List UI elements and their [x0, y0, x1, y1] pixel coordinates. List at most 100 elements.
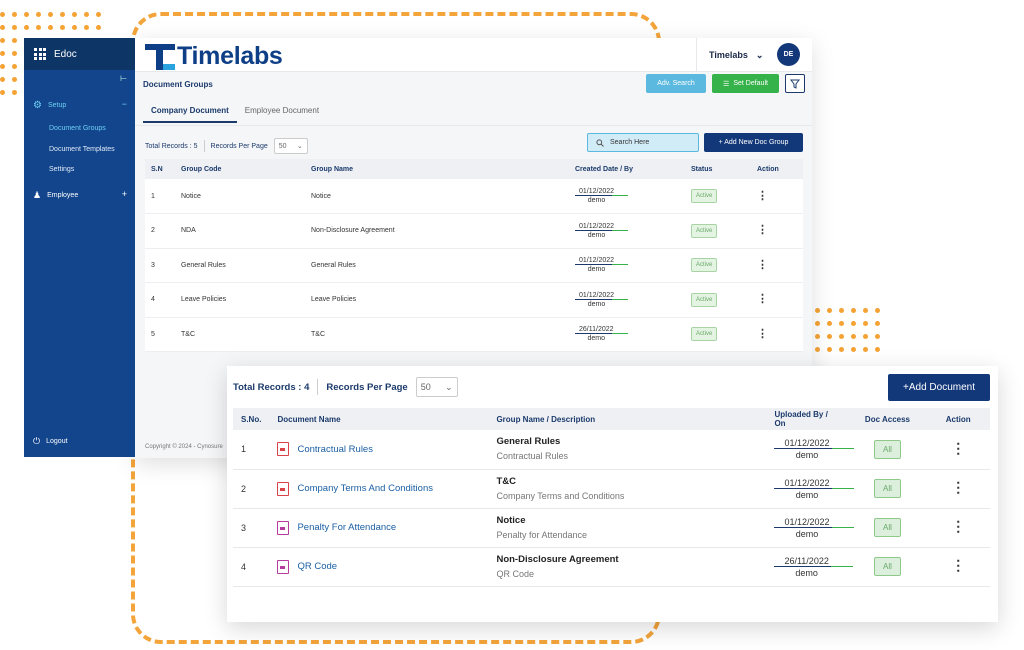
tab-divider	[135, 125, 812, 126]
chevron-down-icon: ⌄	[296, 143, 303, 150]
column-header: S.N	[145, 159, 175, 179]
kebab-menu-icon[interactable]: ⋮	[951, 557, 965, 573]
group-description: Penalty for Attendance	[496, 529, 588, 540]
kebab-menu-icon[interactable]: ⋮	[757, 259, 768, 271]
document-name: Penalty For Attendance	[297, 522, 397, 533]
sidebar-item-document-groups[interactable]: Document Groups	[49, 125, 106, 132]
cell-sn: 4	[145, 282, 175, 318]
logout-label: Logout	[46, 438, 68, 445]
cell-sn: 3	[233, 508, 270, 548]
cell-sn: 2	[233, 469, 270, 509]
pdf-file-icon	[277, 442, 290, 457]
sidebar-item-setup[interactable]: ⚙ Setup	[33, 100, 66, 111]
cell-uploaded: 01/12/2022 demo	[766, 508, 849, 548]
user-avatar[interactable]: DE	[777, 43, 800, 66]
search-input[interactable]: Search Here	[587, 133, 699, 152]
cell-group-code: NDA	[175, 213, 305, 249]
add-doc-group-button[interactable]: + Add New Doc Group	[704, 133, 803, 152]
uploaded-by-on: 26/11/2022 demo	[774, 555, 839, 579]
pin-icon[interactable]: ⊢	[120, 74, 127, 83]
kebab-menu-icon[interactable]: ⋮	[757, 190, 768, 202]
table-row: 3 General Rules General Rules 01/12/2022…	[145, 248, 803, 283]
table-row: 4 Leave Policies Leave Policies 01/12/20…	[145, 282, 803, 318]
created-date-by: 01/12/2022 demo	[575, 291, 619, 309]
image-file-icon	[277, 559, 290, 574]
app-name: Edoc	[54, 48, 77, 60]
copyright-footer: Copyright © 2024 - Cynosure	[145, 444, 223, 450]
apps-grid-icon[interactable]	[34, 48, 46, 60]
document-link[interactable]: Company Terms And Conditions	[277, 481, 480, 496]
sidebar-item-settings[interactable]: Settings	[49, 166, 74, 173]
column-header: Group Name	[305, 159, 569, 179]
set-default-button[interactable]: ☰ Set Default	[712, 74, 779, 93]
kebab-menu-icon[interactable]: ⋮	[951, 479, 965, 495]
status-badge: Active	[691, 223, 718, 238]
kebab-menu-icon[interactable]: ⋮	[757, 293, 768, 305]
cell-sn: 4	[233, 547, 270, 587]
document-link[interactable]: Penalty For Attendance	[277, 520, 480, 535]
page-header: Document Groups	[135, 72, 812, 100]
kebab-menu-icon[interactable]: ⋮	[951, 440, 965, 456]
power-icon: ⏻	[33, 436, 41, 446]
search-placeholder: Search Here	[610, 139, 650, 146]
uploaded-by: demo	[795, 567, 818, 578]
chevron-down-icon: ⌄	[445, 381, 453, 392]
pdf-file-icon	[277, 481, 290, 496]
kebab-menu-icon[interactable]: ⋮	[757, 224, 768, 236]
records-per-page-select[interactable]: 50 ⌄	[415, 377, 458, 397]
cell-action: ⋮	[751, 282, 803, 318]
cell-created: 01/12/2022 demo	[569, 213, 685, 249]
cell-group: T&C Company Terms and Conditions	[488, 469, 767, 509]
group-description: Contractual Rules	[496, 451, 568, 462]
collapse-icon[interactable]: −	[122, 99, 127, 109]
kebab-menu-icon[interactable]: ⋮	[951, 518, 965, 534]
filter-icon	[790, 79, 800, 89]
tab-employee-document[interactable]: Employee Document	[237, 102, 327, 123]
created-by: demo	[587, 231, 606, 239]
table-row: 5 T&C T&C 26/11/2022 demo Active ⋮	[145, 317, 803, 352]
records-per-page-select[interactable]: 50 ⌄	[273, 138, 308, 154]
adv-search-button[interactable]: Adv. Search	[646, 74, 706, 93]
cell-created: 01/12/2022 demo	[569, 179, 685, 214]
image-file-icon	[277, 520, 290, 535]
access-badge: All	[874, 479, 901, 498]
add-document-button[interactable]: +Add Document	[888, 374, 990, 401]
cell-sn: 1	[145, 179, 175, 214]
document-name: QR Code	[297, 561, 338, 572]
column-header: Created Date / By	[569, 159, 685, 179]
sidebar-item-label: Setup	[47, 102, 67, 109]
set-default-label: Set Default	[733, 80, 768, 87]
cell-action: ⋮	[926, 508, 990, 548]
document-link[interactable]: Contractual Rules	[277, 442, 480, 457]
created-date: 01/12/2022	[575, 222, 619, 231]
created-date-by: 26/11/2022 demo	[575, 325, 618, 343]
uploaded-date: 26/11/2022	[774, 555, 839, 567]
sidebar-item-document-templates[interactable]: Document Templates	[49, 146, 115, 153]
table-header-row: S.N Group Code Group Name Created Date /…	[145, 159, 803, 179]
top-bar: Timelabs Timelabs ⌄ DE	[135, 38, 812, 72]
filter-button[interactable]	[785, 74, 805, 93]
documents-toolbar: Total Records : 4 Records Per Page 50 ⌄	[233, 376, 458, 398]
column-header: Uploaded By / On	[766, 408, 849, 430]
cell-group: Non-Disclosure Agreement QR Code	[488, 547, 767, 587]
table-row: 2 NDA Non-Disclosure Agreement 01/12/202…	[145, 213, 803, 249]
created-date-by: 01/12/2022 demo	[575, 222, 619, 240]
org-switcher[interactable]: Timelabs ⌄	[696, 38, 776, 72]
cell-sn: 2	[145, 213, 175, 249]
cell-status: Active	[685, 317, 751, 352]
tab-company-document[interactable]: Company Document	[143, 102, 237, 123]
sidebar-item-employee[interactable]: ♟ Employee	[33, 190, 78, 201]
status-badge: Active	[691, 189, 718, 203]
group-description: QR Code	[496, 568, 534, 579]
created-by: demo	[587, 300, 606, 308]
created-date: 01/12/2022	[575, 291, 619, 300]
expand-icon[interactable]: +	[122, 189, 127, 199]
records-per-page-value: 50	[278, 142, 287, 150]
logout-button[interactable]: ⏻ Logout	[33, 436, 68, 447]
documents-window: Total Records : 4 Records Per Page 50 ⌄ …	[227, 366, 998, 622]
kebab-menu-icon[interactable]: ⋮	[757, 328, 768, 340]
sliders-icon: ☰	[723, 80, 730, 88]
uploaded-date: 01/12/2022	[774, 477, 840, 489]
document-link[interactable]: QR Code	[277, 559, 480, 574]
group-name: Notice	[496, 514, 526, 526]
